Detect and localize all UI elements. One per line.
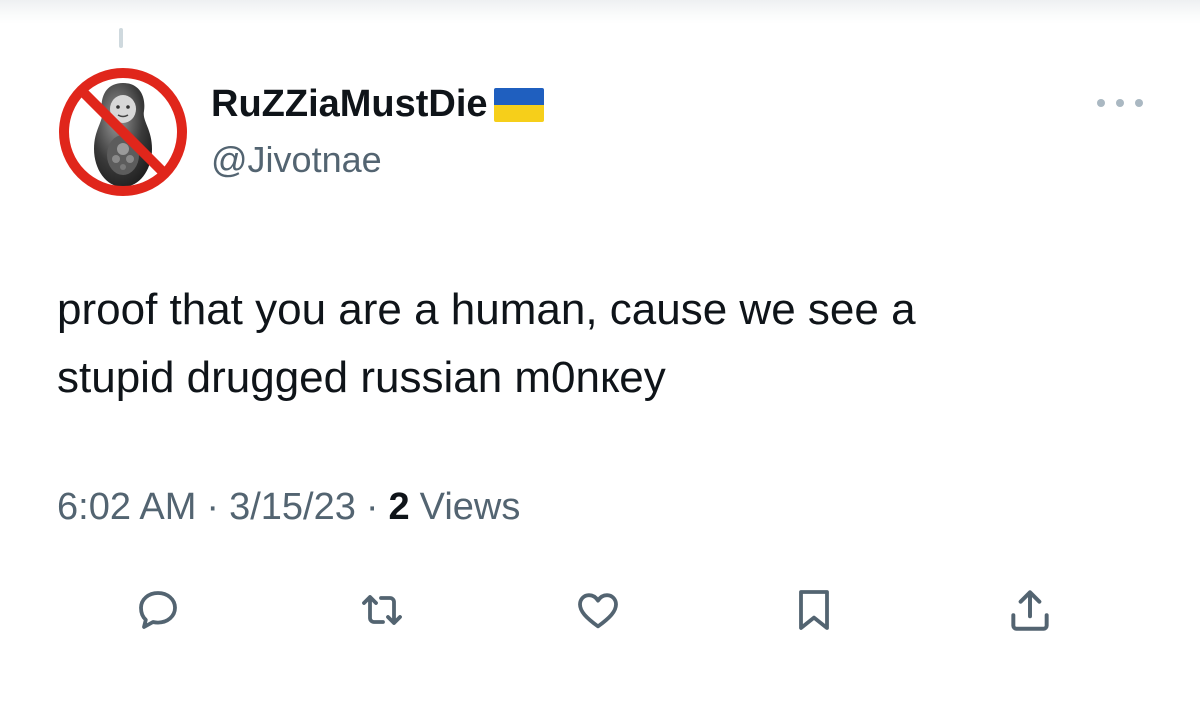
bookmark-button[interactable] xyxy=(784,580,844,640)
action-bar xyxy=(0,580,1200,640)
author-name-row[interactable]: RuZZiaMustDie xyxy=(211,82,544,126)
views-count: 2 xyxy=(388,485,410,528)
tweet-text-line-2: stupid drugged russian m0nкey xyxy=(57,353,666,402)
views-label: Views xyxy=(419,485,521,528)
tweet-meta: 6:02 AM · 3/15/23 · 2 Views xyxy=(57,482,520,532)
author-handle[interactable]: @Jivotnae xyxy=(211,138,382,182)
crossed-out-matryoshka-avatar xyxy=(59,68,187,196)
tweet-time[interactable]: 6:02 AM xyxy=(57,486,196,529)
more-options-icon[interactable] xyxy=(1097,90,1143,116)
bookmark-icon xyxy=(799,590,829,630)
retweet-button[interactable] xyxy=(352,580,412,640)
tweet-detail-view: RuZZiaMustDie @Jivotnae proof that you a… xyxy=(0,0,1200,720)
share-icon xyxy=(1011,590,1049,631)
dot xyxy=(1116,99,1124,107)
meta-separator: · xyxy=(365,485,379,528)
tweet-date[interactable]: 3/15/23 xyxy=(229,486,356,529)
thread-connector-line xyxy=(119,28,123,48)
reply-button[interactable] xyxy=(128,580,188,640)
share-button[interactable] xyxy=(1000,580,1060,640)
dot xyxy=(1135,99,1143,107)
reply-icon xyxy=(139,591,177,629)
dot xyxy=(1097,99,1105,107)
tweet-text: proof that you are a human, cause we see… xyxy=(57,276,1157,412)
like-button[interactable] xyxy=(568,580,628,640)
previous-tweet-edge xyxy=(0,0,1200,24)
display-name[interactable]: RuZZiaMustDie xyxy=(211,82,488,126)
tweet-text-line-1: proof that you are a human, cause we see… xyxy=(57,285,916,334)
ukraine-flag-icon xyxy=(493,88,544,122)
meta-separator: · xyxy=(206,485,220,528)
retweet-icon xyxy=(362,595,402,625)
avatar[interactable] xyxy=(54,63,192,201)
like-icon xyxy=(578,593,618,629)
